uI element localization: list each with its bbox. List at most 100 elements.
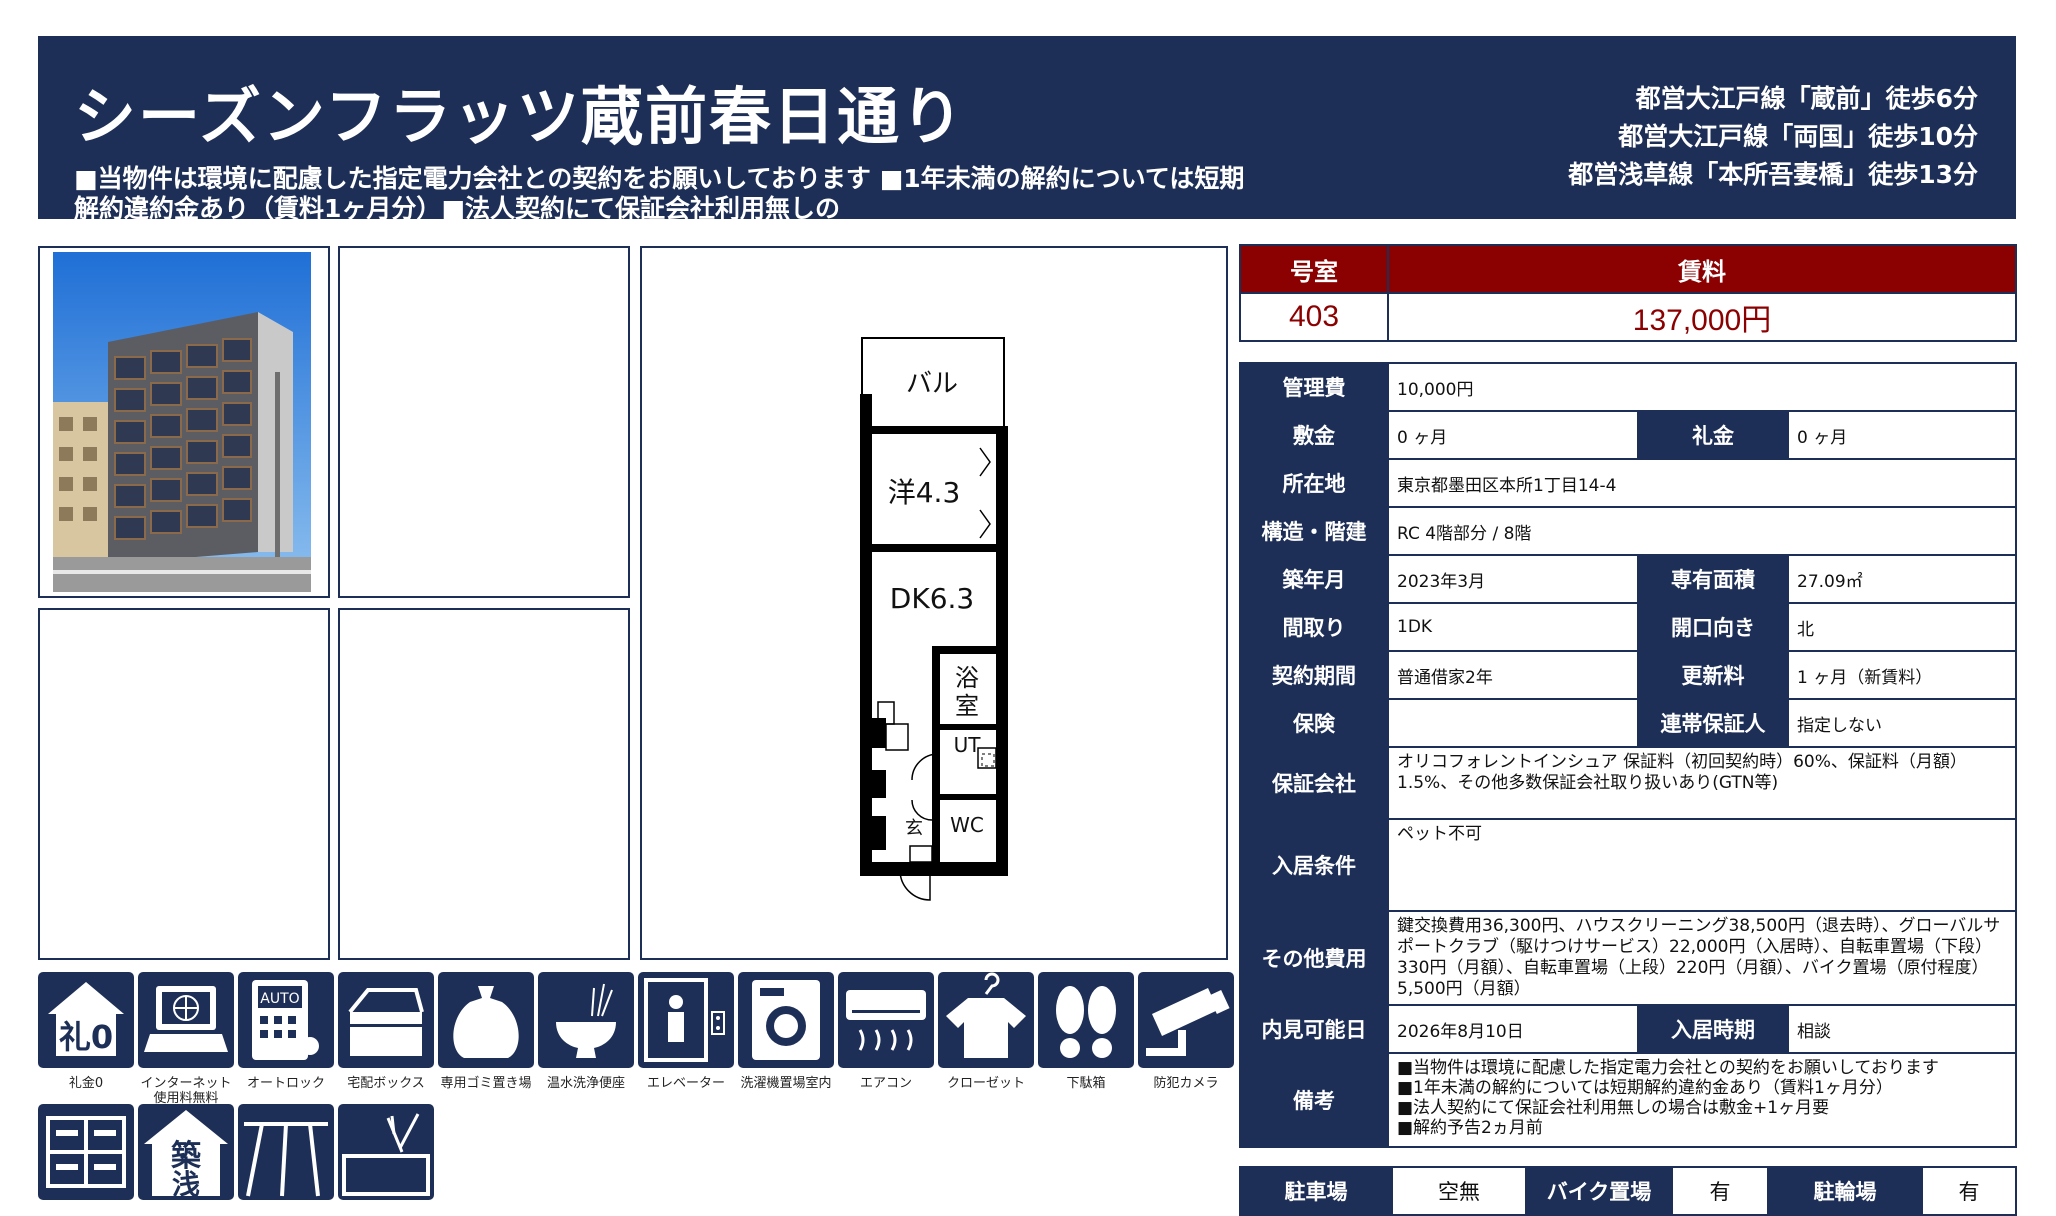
building-exterior-photo bbox=[53, 252, 311, 592]
renewal-value: 1 ヶ月（新賃料） bbox=[1787, 650, 2017, 700]
contract-value: 普通借家2年 bbox=[1387, 650, 1639, 700]
property-header: シーズンフラッツ蔵前春日通り ■当物件は環境に配慮した指定電力会社との契約をお願… bbox=[38, 36, 2016, 219]
bicycle-parking-label: 駐輪場 bbox=[1767, 1166, 1923, 1216]
floorplan-frame[interactable]: バル 洋4.3 DK6.3 浴 室 UT 玄 WC bbox=[640, 246, 1228, 960]
amenity-label: 洗濯機置場室内 bbox=[740, 1076, 832, 1091]
amenity-label: エレベーター bbox=[646, 1076, 725, 1091]
conditions-value: ペット不可 bbox=[1387, 818, 2017, 912]
svg-text:礼0: 礼0 bbox=[59, 1018, 113, 1056]
address-value: 東京都墨田区本所1丁目14-4 bbox=[1387, 458, 2017, 508]
car-parking-value: 空無 bbox=[1391, 1166, 1527, 1216]
contract-label: 契約期間 bbox=[1239, 650, 1389, 700]
structure-value: RC 4階部分 / 8階 bbox=[1387, 506, 2017, 556]
room-bath-2: 室 bbox=[955, 692, 979, 720]
autolock-icon: AUTO オートロック bbox=[238, 972, 334, 1091]
amenity-label: オートロック bbox=[246, 1076, 325, 1091]
aircon-icon: エアコン bbox=[838, 972, 934, 1091]
washlet-icon: 温水洗浄便座 bbox=[538, 972, 634, 1091]
room-balcony: バル bbox=[906, 369, 958, 399]
svg-text:AUTO: AUTO bbox=[260, 991, 299, 1007]
room-bath-1: 浴 bbox=[955, 664, 979, 692]
guarantee-company-label: 保証会社 bbox=[1239, 746, 1389, 820]
amenity-label: エアコン bbox=[859, 1076, 912, 1091]
new-building-icon: 築浅 bbox=[138, 1104, 234, 1200]
delivery-box-icon: 宅配ボックス bbox=[338, 972, 434, 1091]
amenity-label: 温水洗浄便座 bbox=[546, 1076, 625, 1091]
reikin-zero-icon: 礼0 礼金0 bbox=[38, 972, 134, 1091]
shoe-box-icon: 下駄箱 bbox=[1038, 972, 1134, 1091]
parking-table: 駐車場 空無 バイク置場 有 駐輪場 有 bbox=[1239, 1166, 2017, 1216]
room-western: 洋4.3 bbox=[888, 476, 961, 509]
amenity-label: クローゼット bbox=[946, 1076, 1025, 1091]
address-label: 所在地 bbox=[1239, 458, 1389, 508]
room-entrance: 玄 bbox=[905, 818, 923, 839]
amenity-label: 専用ゴミ置き場 bbox=[440, 1076, 532, 1091]
remark-line: ■当物件は環境に配慮した指定電力会社との契約をお願いしております bbox=[1397, 1058, 1939, 1078]
room-number-value: 403 bbox=[1239, 292, 1389, 342]
viewing-date-label: 内見可能日 bbox=[1239, 1004, 1389, 1054]
other-fees-value: 鍵交換費用36,300円、ハウスクリーニング38,500円（退去時）、グローバル… bbox=[1387, 910, 2017, 1006]
kitchen-icon bbox=[338, 1104, 434, 1200]
layout-value: 1DK bbox=[1387, 602, 1639, 652]
station-2: 都営大江戸線「両国」徒歩10分 bbox=[1618, 122, 1978, 151]
property-title: シーズンフラッツ蔵前春日通り bbox=[74, 80, 966, 153]
layout-label: 間取り bbox=[1239, 602, 1389, 652]
closet-icon: クローゼット bbox=[938, 972, 1034, 1091]
amenity-label: 防犯カメラ bbox=[1153, 1076, 1219, 1091]
car-parking-label: 駐車場 bbox=[1239, 1166, 1393, 1216]
header-notes: ■当物件は環境に配慮した指定電力会社との契約をお願いしております ■1年未満の解… bbox=[74, 164, 1245, 219]
property-details-table: 管理費 10,000円 敷金 0 ヶ月 礼金 0 ヶ月 所在地 東京都墨田区本所… bbox=[1239, 362, 2017, 1148]
station-list: 都営大江戸線「蔵前」徒歩6分 都営大江戸線「両国」徒歩10分 都営浅草線「本所吾… bbox=[1568, 80, 1978, 194]
station-1: 都営大江戸線「蔵前」徒歩6分 bbox=[1635, 84, 1978, 113]
floorplan-drawing: バル 洋4.3 DK6.3 浴 室 UT 玄 WC bbox=[860, 337, 1008, 901]
photo-slot-2[interactable] bbox=[338, 246, 630, 598]
built-label: 築年月 bbox=[1239, 554, 1389, 604]
washer-icon: 洗濯機置場室内 bbox=[738, 972, 834, 1091]
station-3: 都営浅草線「本所吾妻橋」徒歩13分 bbox=[1568, 160, 1978, 189]
rent-summary-table: 号室 賃料 403 137,000円 bbox=[1239, 244, 2017, 342]
reikin-label: 礼金 bbox=[1637, 410, 1789, 460]
conditions-label: 入居条件 bbox=[1239, 818, 1389, 912]
insurance-label: 保険 bbox=[1239, 698, 1389, 748]
other-fees-label: その他費用 bbox=[1239, 910, 1389, 1006]
structure-label: 構造・階建 bbox=[1239, 506, 1389, 556]
flooring-icon bbox=[238, 1104, 334, 1200]
exterior-photo-frame[interactable] bbox=[38, 246, 330, 598]
remark-line: ■法人契約にて保証会社利用無しの場合は敷金+1ヶ月要 bbox=[1397, 1098, 1830, 1118]
renewal-label: 更新料 bbox=[1637, 650, 1789, 700]
facing-value: 北 bbox=[1787, 602, 2017, 652]
elevator-icon: エレベーター bbox=[638, 972, 734, 1091]
shikikin-value: 0 ヶ月 bbox=[1387, 410, 1639, 460]
photo-slot-4[interactable] bbox=[338, 608, 630, 960]
rent-value: 137,000円 bbox=[1387, 292, 2017, 342]
remark-line: ■1年未満の解約については短期解約違約金あり（賃料1ヶ月分） bbox=[1397, 1078, 1893, 1098]
facing-label: 開口向き bbox=[1637, 602, 1789, 652]
amenity-label: 宅配ボックス bbox=[347, 1076, 425, 1091]
kanrihi-label: 管理費 bbox=[1239, 362, 1389, 412]
garbage-icon: 専用ゴミ置き場 bbox=[438, 972, 534, 1091]
amenity-label: インターネット 使用料無料 bbox=[140, 1076, 232, 1106]
move-in-value: 相談 bbox=[1787, 1004, 2017, 1054]
security-camera-icon: 防犯カメラ bbox=[1138, 972, 1234, 1091]
room-dk: DK6.3 bbox=[890, 582, 974, 615]
bicycle-parking-value: 有 bbox=[1921, 1166, 2017, 1216]
move-in-label: 入居時期 bbox=[1637, 1004, 1789, 1054]
svg-text:浅: 浅 bbox=[172, 1168, 200, 1200]
bike-parking-label: バイク置場 bbox=[1525, 1166, 1673, 1216]
remarks-value: ■当物件は環境に配慮した指定電力会社との契約をお願いしております ■1年未満の解… bbox=[1387, 1052, 2017, 1148]
viewing-date-value: 2026年8月10日 bbox=[1387, 1004, 1639, 1054]
area-label: 専有面積 bbox=[1637, 554, 1789, 604]
guarantee-company-value: オリコフォレントインシュア 保証料（初回契約時）60%、保証料（月額）1.5%、… bbox=[1387, 746, 2017, 820]
internet-icon: インターネット 使用料無料 bbox=[138, 972, 234, 1106]
kanrihi-value: 10,000円 bbox=[1387, 362, 2017, 412]
built-value: 2023年3月 bbox=[1387, 554, 1639, 604]
room-wc: WC bbox=[950, 813, 984, 837]
insurance-value bbox=[1387, 698, 1639, 748]
remark-line: ■解約予告2ヵ月前 bbox=[1397, 1118, 1543, 1138]
photo-slot-3[interactable] bbox=[38, 608, 330, 960]
amenity-label: 礼金0 bbox=[68, 1076, 104, 1091]
amenity-label: 下駄箱 bbox=[1066, 1076, 1106, 1091]
remarks-label: 備考 bbox=[1239, 1052, 1389, 1148]
guarantor-value: 指定しない bbox=[1787, 698, 2017, 748]
storage-icon bbox=[38, 1104, 134, 1200]
